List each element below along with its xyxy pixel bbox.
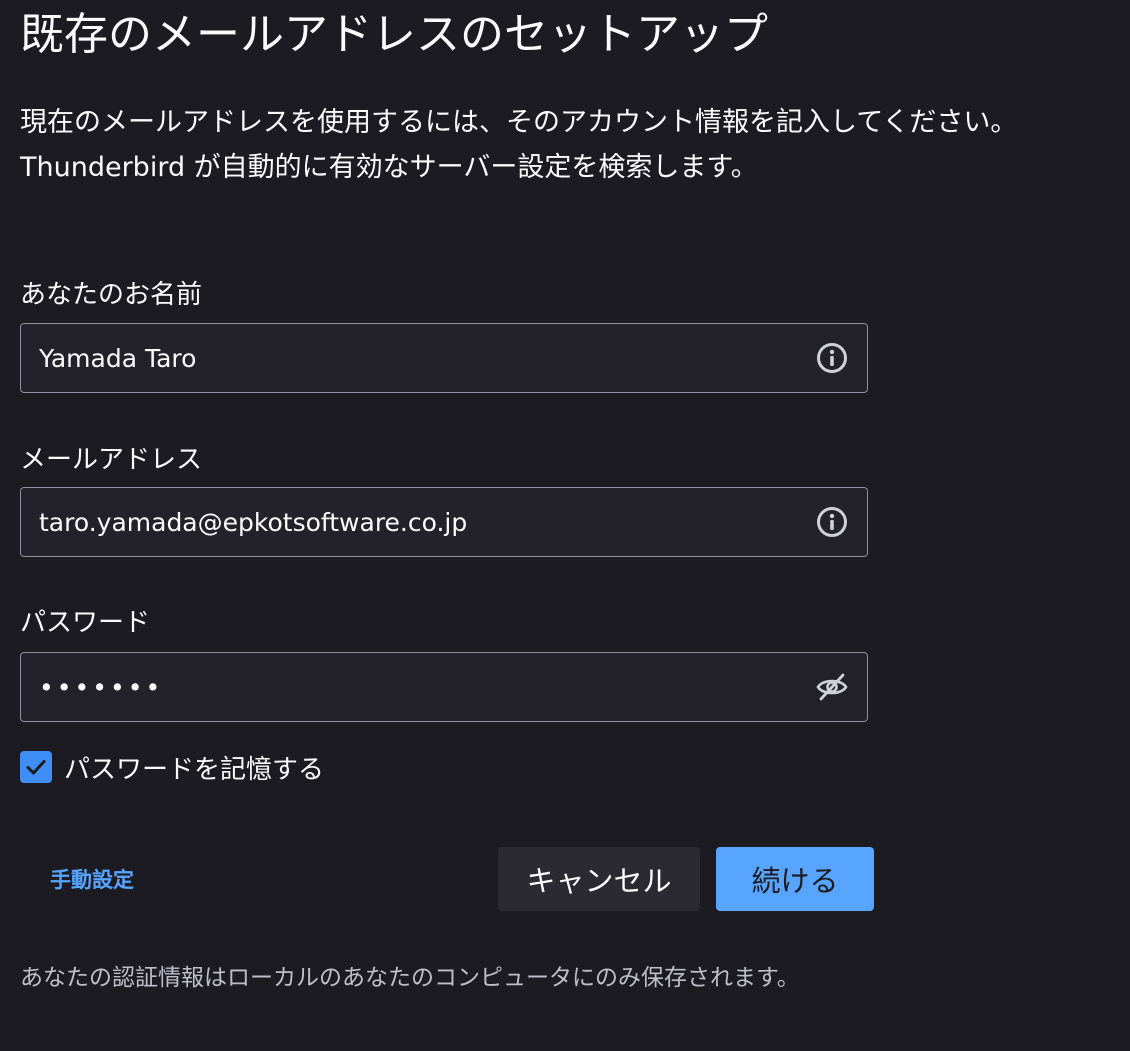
intro-line-1: 現在のメールアドレスを使用するには、そのアカウント情報を記入してください。 bbox=[20, 107, 1018, 138]
remember-password-label[interactable]: パスワードを記憶する bbox=[64, 749, 324, 786]
page-title: 既存のメールアドレスのセットアップ bbox=[20, 9, 768, 60]
intro-line-2: Thunderbird が自動的に有効なサーバー設定を検索します。 bbox=[20, 152, 758, 183]
email-label: メールアドレス bbox=[20, 445, 203, 475]
email-field-container bbox=[20, 487, 868, 557]
email-input[interactable] bbox=[21, 488, 815, 556]
info-icon[interactable] bbox=[815, 341, 849, 375]
continue-button[interactable]: 続ける bbox=[716, 847, 874, 911]
intro-text: 現在のメールアドレスを使用するには、そのアカウント情報を記入してください。 Th… bbox=[20, 100, 1115, 190]
remember-password-checkbox[interactable] bbox=[20, 751, 52, 783]
name-field-container bbox=[20, 323, 868, 393]
checkmark-icon bbox=[26, 760, 46, 775]
manual-config-link[interactable]: 手動設定 bbox=[50, 864, 134, 894]
name-label: あなたのお名前 bbox=[20, 280, 203, 310]
name-input[interactable] bbox=[21, 324, 815, 392]
account-setup-page: 既存のメールアドレスのセットアップ 現在のメールアドレスを使用するには、そのアカ… bbox=[0, 0, 1130, 1051]
info-icon[interactable] bbox=[815, 505, 849, 539]
credentials-note: あなたの認証情報はローカルのあなたのコンピュータにのみ保存されます。 bbox=[20, 965, 800, 991]
cancel-button[interactable]: キャンセル bbox=[498, 847, 700, 911]
password-label: パスワード bbox=[20, 608, 151, 638]
password-field-container bbox=[20, 652, 868, 722]
remember-password-row[interactable]: パスワードを記憶する bbox=[20, 749, 324, 786]
eye-slash-icon[interactable] bbox=[815, 670, 849, 704]
password-input[interactable] bbox=[21, 653, 815, 721]
